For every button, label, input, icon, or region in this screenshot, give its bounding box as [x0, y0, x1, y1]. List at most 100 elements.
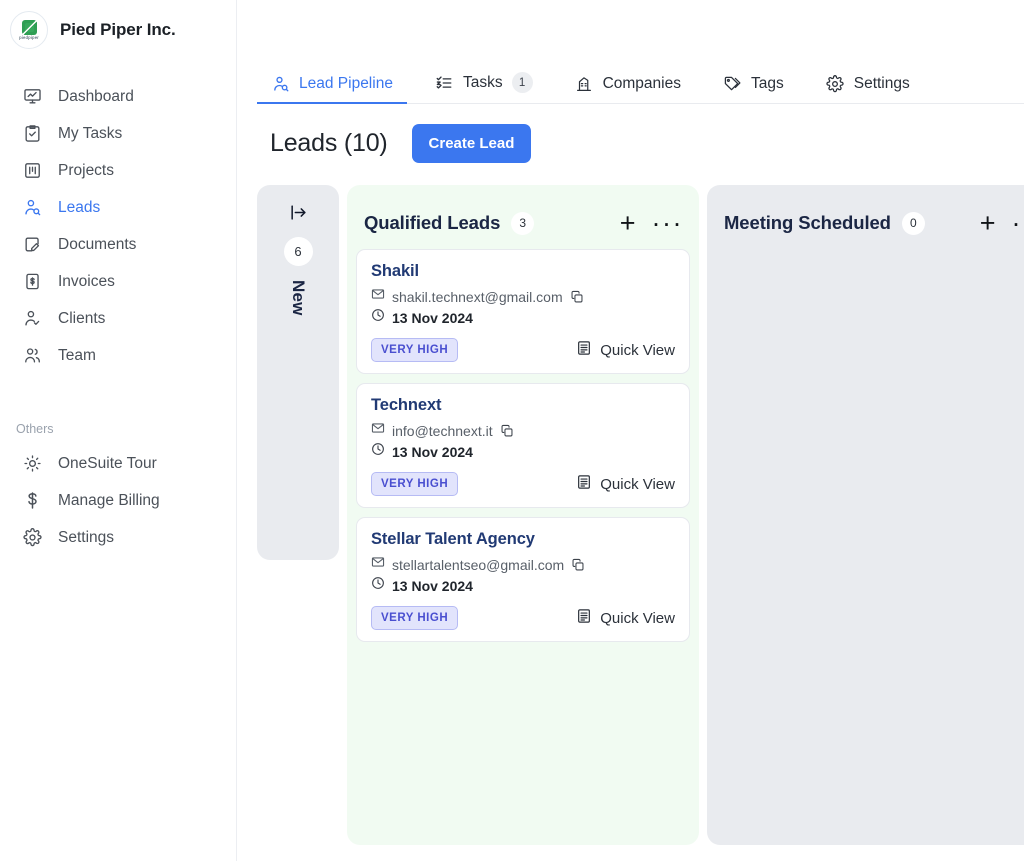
lead-date: 13 Nov 2024	[392, 309, 473, 326]
tab-lead-pipeline[interactable]: Lead Pipeline	[257, 74, 407, 104]
kanban-column-qualified-leads: Qualified Leads 3 + ··· Shakil shakil.te…	[347, 185, 699, 845]
document-list-icon	[576, 608, 592, 628]
copy-icon[interactable]	[571, 558, 585, 572]
column-header: Qualified Leads 3 + ···	[347, 185, 699, 241]
tab-label: Settings	[853, 74, 910, 92]
mail-icon	[371, 287, 385, 306]
kanban-column-new-collapsed[interactable]: 6 New	[257, 185, 339, 560]
tab-settings[interactable]: Settings	[811, 74, 924, 104]
expand-right-icon[interactable]	[286, 200, 310, 224]
sidebar-item-label: Documents	[58, 235, 137, 253]
lead-card[interactable]: Technext info@technext.it 13 Nov 2024 VE…	[356, 383, 690, 508]
mail-icon	[371, 421, 385, 440]
piedpiper-mark-icon	[21, 19, 37, 35]
sidebar-item-label: Leads	[58, 198, 101, 216]
lead-card[interactable]: Shakil shakil.technext@gmail.com 13 Nov …	[356, 249, 690, 374]
kanban-board-icon	[22, 160, 43, 181]
tab-tags[interactable]: Tags	[708, 74, 798, 104]
tab-companies[interactable]: Companies	[560, 74, 695, 104]
quick-view-button[interactable]: Quick View	[576, 340, 675, 360]
tab-divider	[406, 103, 421, 104]
more-horizontal-icon[interactable]: ···	[1012, 209, 1024, 236]
company-logo: piedpiper	[10, 11, 48, 49]
sidebar-section-others-label: Others	[16, 422, 54, 436]
lead-date: 13 Nov 2024	[392, 443, 473, 460]
gear-icon	[22, 527, 43, 548]
lead-name: Shakil	[371, 262, 420, 280]
tab-label: Tags	[750, 74, 784, 92]
tab-label: Tasks	[462, 73, 503, 91]
copy-icon[interactable]	[570, 290, 584, 304]
lead-date-row: 13 Nov 2024	[371, 576, 675, 595]
sidebar-item-label: Manage Billing	[58, 491, 160, 509]
copy-icon[interactable]	[500, 424, 514, 438]
user-search-icon	[22, 197, 43, 218]
sidebar-item-projects[interactable]: Projects	[0, 152, 236, 189]
lead-name: Stellar Talent Agency	[371, 530, 535, 548]
lead-card[interactable]: Stellar Talent Agency stellartalentseo@g…	[356, 517, 690, 642]
lead-email-row: shakil.technext@gmail.com	[371, 287, 675, 306]
gear-icon	[826, 74, 845, 93]
plus-icon[interactable]: +	[980, 209, 996, 237]
lead-date-row: 13 Nov 2024	[371, 442, 675, 461]
column-title: Qualified Leads	[364, 212, 501, 233]
lead-date-row: 13 Nov 2024	[371, 308, 675, 327]
sidebar-item-label: Clients	[58, 309, 106, 327]
logo-wordmark: piedpiper	[19, 34, 39, 40]
lead-email-row: info@technext.it	[371, 421, 675, 440]
lead-card-footer: VERY HIGH Quick View	[371, 606, 675, 630]
clipboard-check-icon	[22, 123, 43, 144]
sidebar-item-documents[interactable]: Documents	[0, 226, 236, 263]
sidebar-item-dashboard[interactable]: Dashboard	[0, 78, 236, 115]
sidebar-item-manage-billing[interactable]: Manage Billing	[0, 482, 236, 519]
page-header: Leads (10) Create Lead	[237, 104, 1024, 163]
lead-date: 13 Nov 2024	[392, 577, 473, 594]
sidebar-item-leads[interactable]: Leads	[0, 189, 236, 226]
sidebar: piedpiper Pied Piper Inc. Dashboard My T…	[0, 0, 237, 861]
sidebar-item-label: Invoices	[58, 272, 115, 290]
plus-icon[interactable]: +	[620, 209, 636, 237]
column-actions: + ···	[620, 209, 683, 237]
dollar-sign-icon	[22, 490, 43, 511]
priority-badge: VERY HIGH	[371, 472, 459, 496]
column-count-badge: 3	[511, 211, 535, 235]
sidebar-item-label: My Tasks	[58, 124, 123, 142]
clock-icon	[371, 442, 385, 461]
column-title: Meeting Scheduled	[724, 212, 891, 233]
tab-tasks[interactable]: Tasks 1	[420, 72, 547, 104]
priority-badge: VERY HIGH	[371, 338, 459, 362]
lead-email: stellartalentseo@gmail.com	[392, 556, 565, 573]
more-horizontal-icon[interactable]: ···	[652, 209, 683, 236]
sun-tour-icon	[22, 453, 43, 474]
quick-view-label: Quick View	[600, 475, 675, 493]
sidebar-item-team[interactable]: Team	[0, 337, 236, 374]
main-content: Lead Pipeline Tasks 1 Companies Tags Set…	[237, 0, 1024, 861]
lead-name: Technext	[371, 396, 442, 414]
quick-view-button[interactable]: Quick View	[576, 474, 675, 494]
building-icon	[575, 74, 594, 93]
lead-card-footer: VERY HIGH Quick View	[371, 338, 675, 362]
mail-icon	[371, 555, 385, 574]
user-search-icon	[271, 74, 290, 93]
tab-bar: Lead Pipeline Tasks 1 Companies Tags Set…	[237, 66, 1024, 104]
document-list-icon	[576, 340, 592, 360]
clock-icon	[371, 576, 385, 595]
priority-badge: VERY HIGH	[371, 606, 459, 630]
invoice-dollar-icon	[22, 271, 43, 292]
lead-email-row: stellartalentseo@gmail.com	[371, 555, 675, 574]
quick-view-label: Quick View	[600, 341, 675, 359]
brand[interactable]: piedpiper Pied Piper Inc.	[0, 0, 236, 49]
tab-divider	[694, 103, 709, 104]
create-lead-button[interactable]: Create Lead	[411, 124, 532, 163]
column-header: Meeting Scheduled 0 + ···	[707, 185, 1024, 241]
sidebar-item-invoices[interactable]: Invoices	[0, 263, 236, 300]
sidebar-item-clients[interactable]: Clients	[0, 300, 236, 337]
sidebar-item-my-tasks[interactable]: My Tasks	[0, 115, 236, 152]
tab-divider	[546, 103, 561, 104]
company-name: Pied Piper Inc.	[60, 20, 176, 39]
tab-label: Companies	[602, 74, 681, 92]
sidebar-item-onesuite-tour[interactable]: OneSuite Tour	[0, 445, 236, 482]
sidebar-item-settings[interactable]: Settings	[0, 519, 236, 556]
quick-view-button[interactable]: Quick View	[576, 608, 675, 628]
column-card-list: Shakil shakil.technext@gmail.com 13 Nov …	[347, 241, 699, 642]
